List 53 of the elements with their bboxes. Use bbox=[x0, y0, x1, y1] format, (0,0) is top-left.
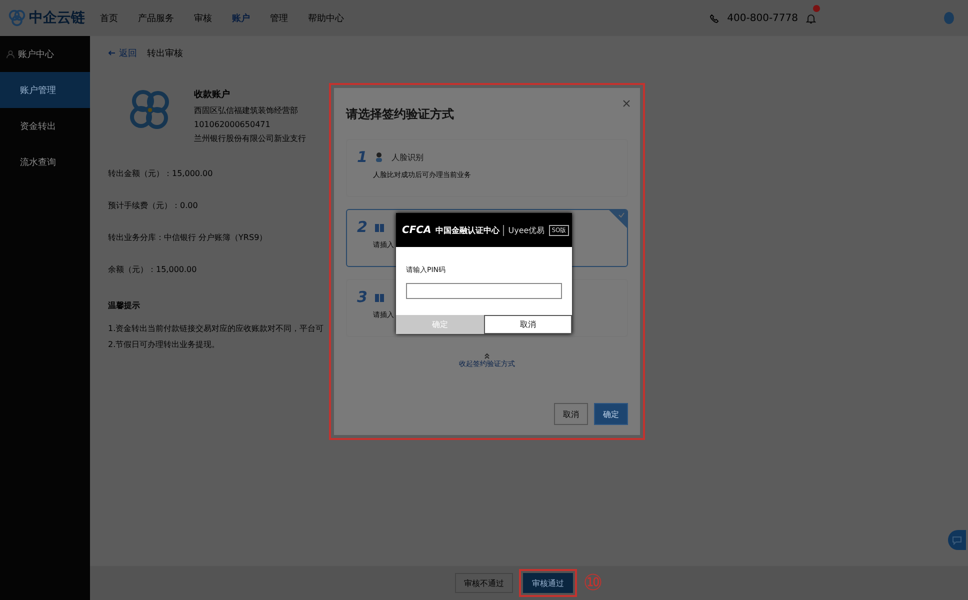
cancel-button[interactable]: 取消 bbox=[484, 315, 572, 334]
detail-field: 转出金额（元）：15,000.00 bbox=[108, 168, 213, 179]
brand-logo: CFCA bbox=[402, 224, 432, 236]
option-number: 1 bbox=[357, 148, 368, 166]
logo-text: 中企云链 bbox=[29, 9, 85, 27]
account-detail: 兰州银行股份有限公司新业支行 bbox=[194, 133, 306, 144]
organization-name: 中国金融认证中心 bbox=[435, 224, 500, 236]
detail-field: 余额（元）：15,000.00 bbox=[108, 264, 197, 275]
option-number: 3 bbox=[357, 288, 368, 306]
sidebar-title: 账户中心 bbox=[18, 48, 54, 60]
notice-text: 2.节假日可办理转出业务提现。 bbox=[108, 339, 220, 350]
nav-link[interactable]: 账户 bbox=[232, 12, 250, 24]
sidebar-item[interactable]: 流水查询 bbox=[0, 144, 90, 180]
nav-link[interactable]: 首页 bbox=[100, 12, 118, 24]
step-number: ⑩ bbox=[583, 570, 603, 596]
chat-bubble-icon bbox=[952, 535, 962, 545]
option-number: 2 bbox=[357, 218, 368, 236]
phone-icon bbox=[710, 14, 720, 22]
close-button[interactable] bbox=[623, 100, 630, 107]
account-detail: 西固区弘信福建筑装饰经营部 bbox=[194, 105, 299, 116]
product-name: Uyee优易 bbox=[503, 224, 545, 236]
nav-link[interactable]: 审核 bbox=[194, 12, 212, 24]
sidebar-item[interactable]: 账户管理 bbox=[0, 72, 90, 108]
nav-link[interactable]: 帮助中心 bbox=[308, 12, 344, 24]
phone-number: 400-800-7778 bbox=[727, 12, 798, 24]
nav-link[interactable]: 管理 bbox=[270, 12, 288, 24]
person-icon bbox=[375, 152, 384, 162]
reject-button[interactable]: 审核不通过 bbox=[455, 573, 514, 593]
notice-text: 1.资金转出当前付款链接交易对应的应收账款对不同，平台可 bbox=[108, 323, 324, 334]
dialog-title: 请选择签约验证方式 bbox=[346, 106, 455, 123]
page-title: 转出审核 bbox=[147, 48, 183, 60]
logo-icon bbox=[8, 9, 26, 27]
nav-link[interactable]: 产品服务 bbox=[138, 12, 174, 24]
pin-input[interactable] bbox=[406, 283, 562, 299]
bell-icon[interactable] bbox=[806, 12, 816, 24]
chat-button[interactable] bbox=[948, 530, 966, 550]
option-name: 人脸识别 bbox=[391, 152, 424, 162]
chevron-up-icon bbox=[484, 353, 490, 359]
sidebar-item[interactable]: 资金转出 bbox=[0, 108, 90, 144]
usb-key-icon bbox=[375, 222, 384, 232]
confirm-button[interactable]: 确定 bbox=[594, 403, 628, 425]
flower-logo-icon bbox=[128, 88, 172, 132]
arrow-left-icon bbox=[108, 50, 116, 56]
user-icon bbox=[6, 50, 15, 58]
notice-title: 温馨提示 bbox=[108, 300, 140, 311]
back-link[interactable]: 返回 bbox=[108, 46, 137, 60]
avatar-icon[interactable] bbox=[944, 12, 954, 24]
account-detail: 101062000650471 bbox=[194, 120, 272, 129]
account-heading: 收款账户 bbox=[194, 88, 231, 101]
detail-field: 预计手续费（元）：0.00 bbox=[108, 200, 198, 211]
usb-key-icon bbox=[375, 292, 384, 302]
cancel-button[interactable]: 取消 bbox=[554, 403, 588, 425]
detail-field: 转出业务分库：中信银行 分户账簿（YRS9） bbox=[108, 232, 268, 243]
